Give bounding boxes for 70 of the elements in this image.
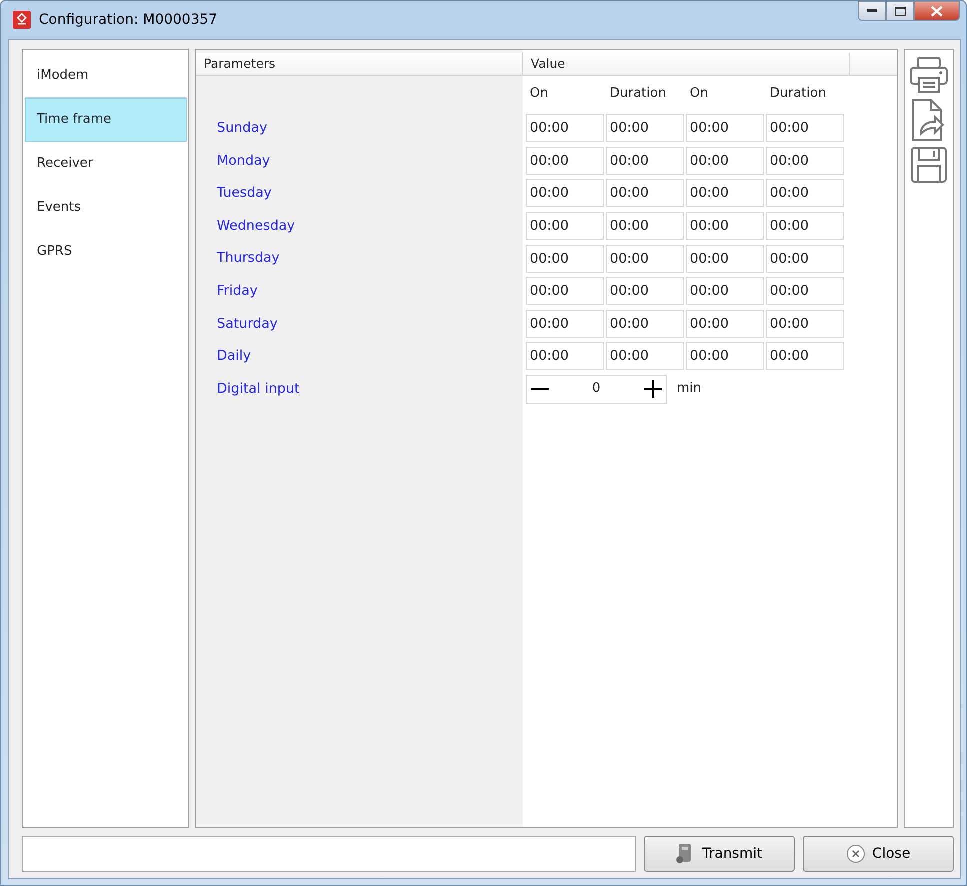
time-field[interactable]: 00:00 [766,146,844,175]
number-spinner[interactable]: 0 [526,374,667,404]
parameter-label: Wednesday [216,218,296,234]
parameter-label: Tuesday [216,185,272,202]
close-dialog-button[interactable]: Close [803,836,954,872]
decrement-button[interactable] [531,387,549,392]
unit-label: min [677,380,702,398]
app-icon [13,11,31,29]
close-button[interactable] [914,1,960,21]
time-field[interactable]: 00:00 [606,342,684,370]
column-subheader: On [689,85,710,104]
save-icon[interactable] [910,146,948,184]
time-field[interactable]: 00:00 [526,146,604,175]
time-field[interactable]: 00:00 [686,277,764,306]
time-field[interactable]: 00:00 [686,212,764,240]
time-field[interactable]: 00:00 [766,114,844,142]
column-header: Value [523,53,850,75]
parameter-label: Sunday [216,120,268,136]
increment-button[interactable] [644,380,662,398]
sidebar-item[interactable]: Events [25,186,187,230]
time-field[interactable]: 00:00 [526,114,604,142]
time-field[interactable]: 00:00 [606,310,684,338]
transmit-button[interactable]: Transmit [644,836,795,872]
sidebar-item[interactable]: GPRS [25,230,187,274]
maximize-button[interactable] [886,1,914,21]
printer-icon[interactable] [909,56,949,94]
time-field[interactable]: 00:00 [686,244,764,273]
time-field[interactable]: 00:00 [606,114,684,142]
spinner-value: 0 [592,380,601,398]
parameter-label: Friday [216,283,258,300]
time-field[interactable]: 00:00 [686,179,764,208]
parameter-label: Saturday [216,316,278,332]
time-field[interactable]: 00:00 [686,146,764,175]
time-field[interactable]: 00:00 [766,342,844,370]
parameter-label: Thursday [216,250,280,266]
time-field[interactable]: 00:00 [606,146,684,175]
column-subheader: On [529,85,550,104]
time-field[interactable]: 00:00 [606,244,684,273]
parameter-label: Daily [216,348,252,364]
close-circle-icon [846,844,866,864]
window-title: Configuration: M0000357 [39,10,218,30]
time-field[interactable]: 00:00 [526,310,604,338]
time-field[interactable]: 00:00 [606,179,684,208]
minimize-icon [867,9,877,13]
close-icon [931,6,943,16]
time-field[interactable]: 00:00 [686,114,764,142]
time-field[interactable]: 00:00 [766,244,844,273]
time-field[interactable]: 00:00 [686,310,764,338]
column-subheader: Duration [769,85,828,104]
time-field[interactable]: 00:00 [766,212,844,240]
parameter-label: Digital input [216,380,300,397]
time-field[interactable]: 00:00 [766,310,844,338]
time-field[interactable]: 00:00 [766,277,844,306]
time-field[interactable]: 00:00 [686,342,764,370]
maximize-icon [894,6,906,16]
minimize-button[interactable] [858,1,886,21]
time-field[interactable]: 00:00 [526,212,604,240]
parameter-label: Monday [216,152,270,169]
time-field[interactable]: 00:00 [526,244,604,273]
time-field[interactable]: 00:00 [526,179,604,208]
sidebar-item[interactable]: Receiver [25,142,187,186]
time-field[interactable]: 00:00 [606,212,684,240]
column-subheader: Duration [609,85,668,104]
sidebar-item[interactable]: Time frame [25,98,187,142]
time-field[interactable]: 00:00 [606,277,684,306]
export-icon[interactable] [911,98,947,142]
column-header: Parameters [196,53,523,75]
time-field[interactable]: 00:00 [526,342,604,370]
time-field[interactable]: 00:00 [766,179,844,208]
time-field[interactable]: 00:00 [526,277,604,306]
